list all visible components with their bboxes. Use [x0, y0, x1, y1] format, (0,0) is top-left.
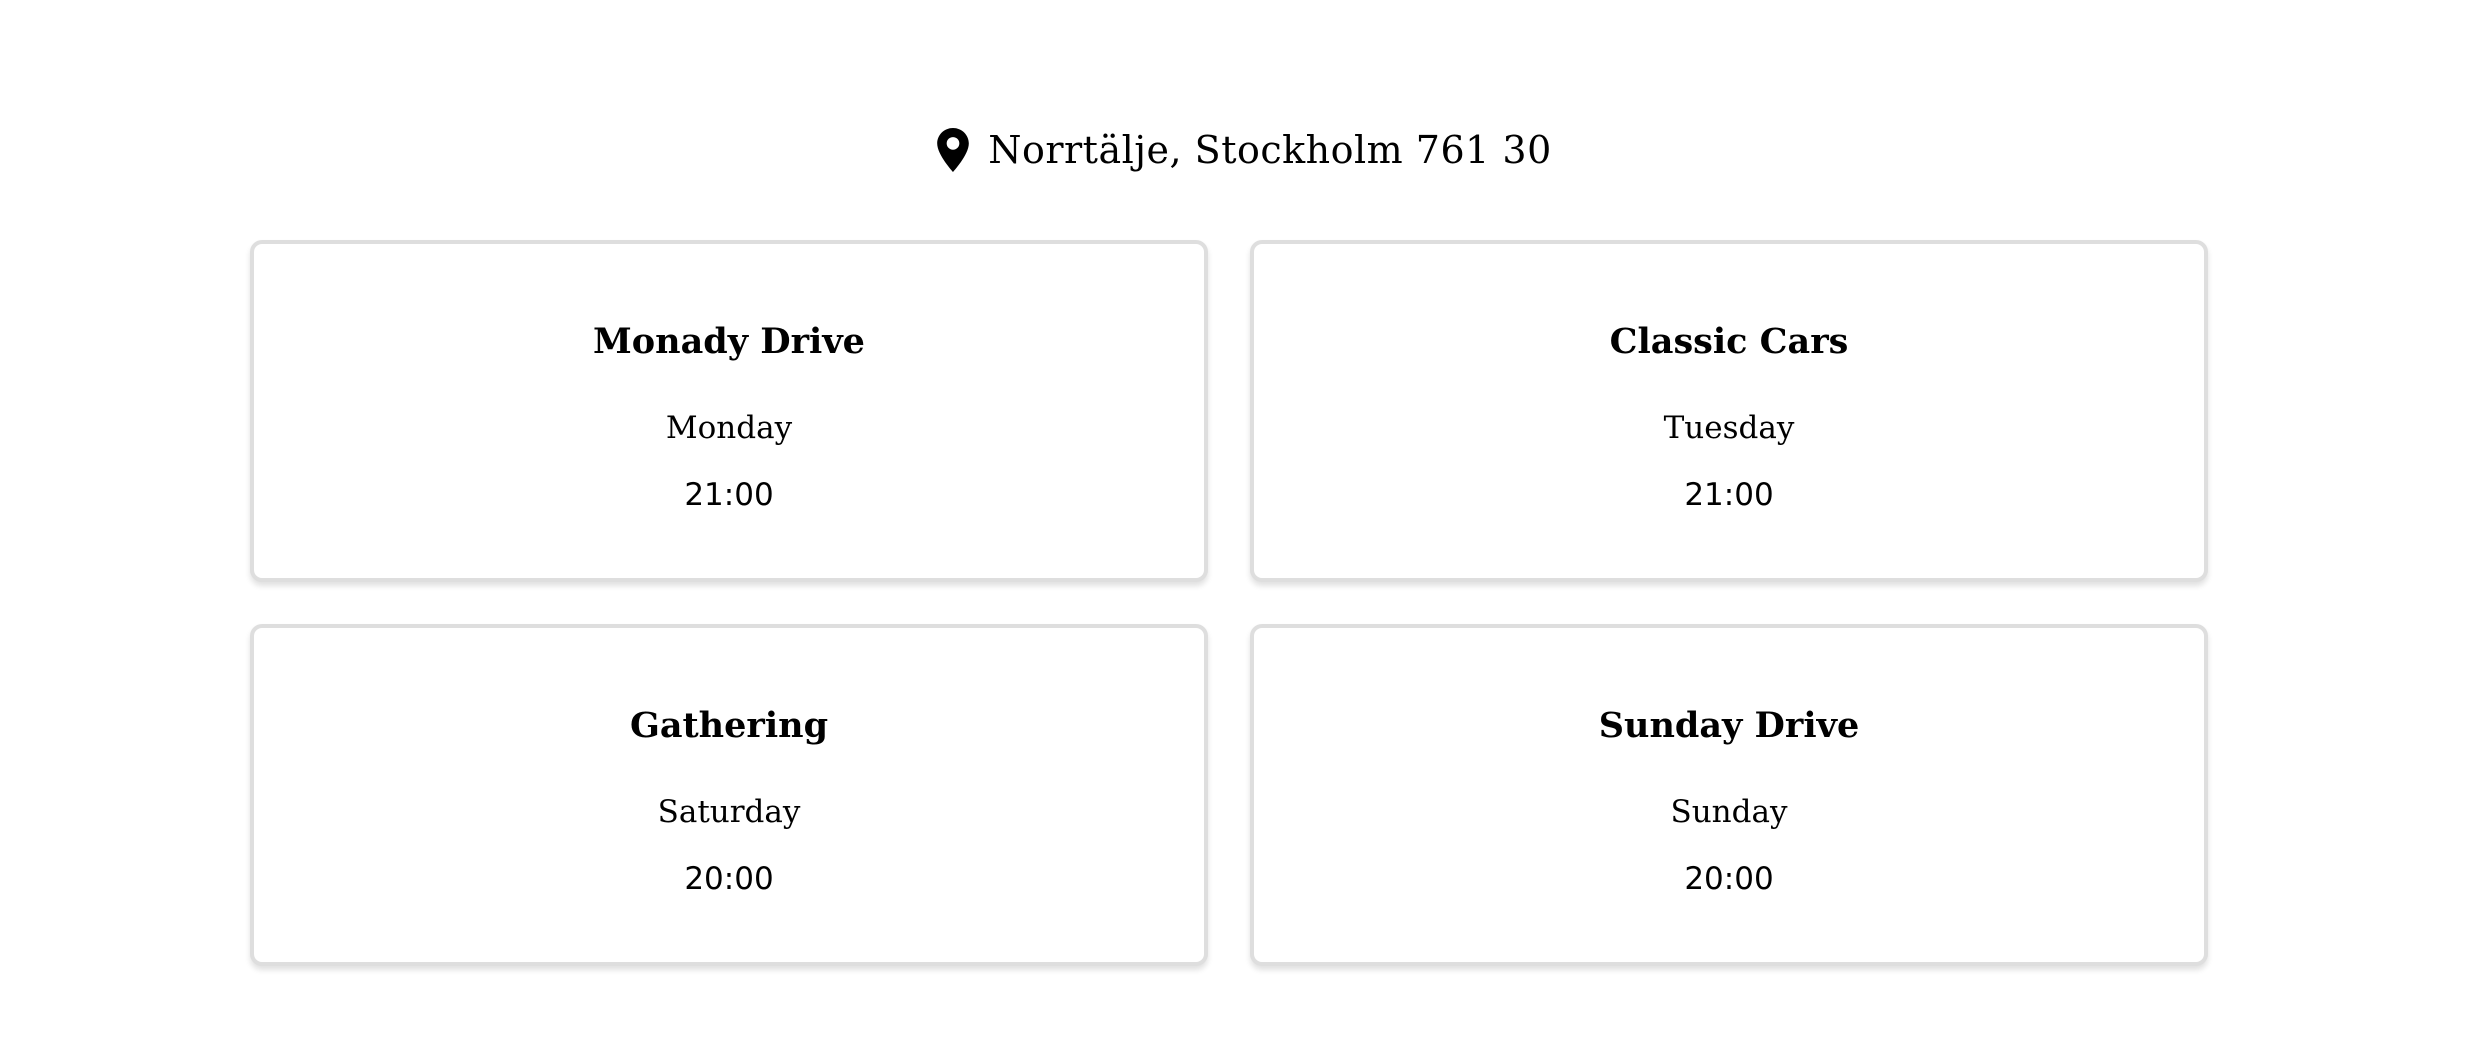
event-card-gathering: Gathering Saturday 20:00: [250, 624, 1208, 966]
map-pin-icon: [937, 128, 970, 172]
event-day: Monday: [665, 410, 793, 446]
events-grid: Monady Drive Monday 21:00 Classic Cars T…: [250, 240, 2208, 966]
event-day: Saturday: [657, 794, 801, 830]
event-time: 20:00: [1684, 861, 1774, 897]
location-address: Norrtälje, Stockholm 761 30: [988, 128, 1552, 172]
location-header: Norrtälje, Stockholm 761 30: [0, 120, 2488, 180]
event-card-monady-drive: Monady Drive Monday 21:00: [250, 240, 1208, 582]
event-time: 21:00: [1684, 477, 1774, 513]
event-time: 21:00: [684, 477, 774, 513]
event-title: Classic Cars: [1609, 321, 1849, 362]
event-time: 20:00: [684, 861, 774, 897]
event-day: Sunday: [1670, 794, 1788, 830]
event-title: Gathering: [629, 705, 829, 746]
event-card-sunday-drive: Sunday Drive Sunday 20:00: [1250, 624, 2208, 966]
event-day: Tuesday: [1663, 410, 1795, 446]
event-card-classic-cars: Classic Cars Tuesday 21:00: [1250, 240, 2208, 582]
event-title: Monady Drive: [593, 321, 865, 362]
event-title: Sunday Drive: [1598, 705, 1860, 746]
